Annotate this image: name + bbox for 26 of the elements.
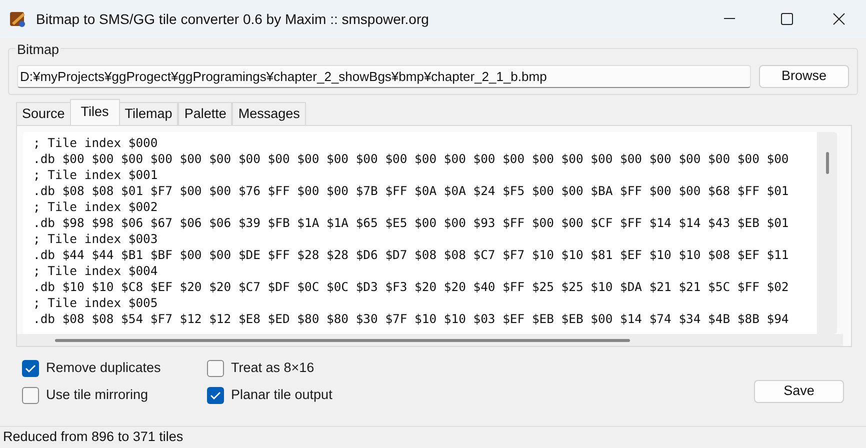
browse-button[interactable]: Browse (759, 65, 849, 88)
tab[interactable]: Palette (178, 102, 232, 125)
checkbox[interactable] (207, 360, 224, 376)
checkbox-label: Treat as 8×16 (231, 358, 314, 377)
status-text: Reduced from 896 to 371 tiles (3, 428, 184, 446)
minimize-icon (724, 18, 734, 20)
checkbox-label: Use tile mirroring (46, 386, 148, 404)
app-icon (8, 9, 28, 29)
checkbox[interactable] (207, 386, 224, 404)
checkbox[interactable] (22, 360, 39, 376)
tab[interactable]: Source (16, 102, 71, 125)
checkmark-icon (25, 364, 36, 372)
tab[interactable]: Tilemap (118, 102, 178, 125)
checkbox[interactable] (22, 386, 39, 404)
vertical-scrollbar[interactable] (817, 132, 837, 334)
checkmark-icon (210, 390, 221, 400)
window-title: Bitmap to SMS/GG tile converter 0.6 by Maxim :: smspower.org (36, 10, 429, 29)
checkbox-label: Planar tile output (231, 386, 332, 404)
path-field[interactable]: D:¥myProjects¥ggProgect¥ggProgramings¥chapter_2_showBgs¥bmp¥chapter_2_1_b.bmp (17, 65, 751, 88)
tab[interactable]: Messages (232, 102, 306, 125)
checkbox-label: Remove duplicates (46, 358, 161, 377)
maximize-icon (781, 13, 793, 25)
close-icon (833, 13, 845, 25)
horizontal-scrollbar[interactable] (17, 334, 843, 346)
tab[interactable]: Tiles (70, 99, 120, 125)
save-button[interactable]: Save (754, 380, 844, 403)
